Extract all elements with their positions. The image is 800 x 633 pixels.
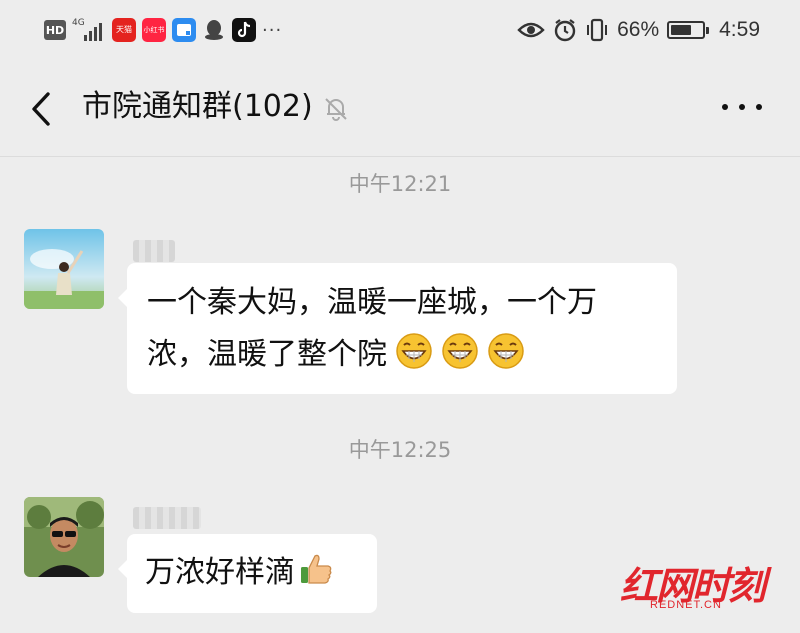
- back-arrow-icon: [32, 92, 50, 126]
- message-text: 万浓好样滴: [145, 555, 295, 590]
- thumbs-up-emoji: [301, 554, 332, 584]
- message-bubble[interactable]: 一个秦大妈，温暖一座城，一个万 浓，温暖了整个院: [118, 263, 677, 394]
- avatar-photo-icon: [24, 229, 104, 309]
- status-left: HD 4G 天猫 小红书 ···: [44, 16, 282, 44]
- sender-name-blurred: [133, 240, 175, 262]
- qq-app-icon: [202, 18, 226, 42]
- sender-avatar[interactable]: [24, 229, 104, 309]
- sender-avatar[interactable]: [24, 497, 104, 577]
- xiaohongshu-app-icon: 小红书: [142, 18, 166, 42]
- status-bar: HD 4G 天猫 小红书 ··· 66% 4:59: [0, 0, 800, 62]
- vibrate-icon: [587, 18, 608, 42]
- more-notifications-icon: ···: [262, 19, 283, 41]
- more-dot-icon: [722, 104, 728, 110]
- blue-app-icon: [172, 18, 196, 42]
- clock: 4:59: [719, 18, 760, 41]
- chat-header: 市院通知群(102): [0, 62, 800, 157]
- message-timestamp: 中午12:25: [348, 438, 452, 462]
- watermark-site: REDNET.CN: [650, 599, 722, 611]
- more-dot-icon: [739, 104, 745, 110]
- mute-bell-icon: [325, 98, 347, 121]
- eye-comfort-icon: [517, 22, 545, 38]
- more-dot-icon: [756, 104, 762, 110]
- status-right: 66% 4:59: [517, 14, 760, 46]
- battery-percentage: 66%: [617, 18, 660, 41]
- tiktok-app-icon: [232, 18, 256, 42]
- network-type: 4G: [72, 18, 85, 28]
- battery-icon: [667, 21, 710, 39]
- message-text-line: 浓，温暖了整个院: [147, 337, 387, 372]
- tmall-app-icon: 天猫: [112, 18, 136, 42]
- grinning-face-emoji: [488, 333, 524, 369]
- alarm-icon: [554, 19, 576, 42]
- message-timestamp: 中午12:21: [348, 172, 452, 196]
- hd-indicator: HD: [44, 20, 66, 40]
- signal-icon: 4G: [72, 19, 106, 41]
- avatar-photo-icon: [24, 497, 104, 577]
- message-text-line: 一个秦大妈，温暖一座城，一个万: [147, 285, 597, 320]
- more-options-button[interactable]: [722, 92, 762, 122]
- rednet-watermark: 红网时刻 REDNET.CN: [620, 555, 770, 615]
- group-title: 市院通知群(102): [82, 89, 313, 124]
- message-bubble[interactable]: 万浓好样滴: [118, 534, 377, 613]
- grinning-face-emoji: [442, 333, 478, 369]
- grinning-face-emoji: [396, 333, 432, 369]
- sender-name-blurred: [133, 507, 201, 529]
- back-button[interactable]: [26, 89, 56, 129]
